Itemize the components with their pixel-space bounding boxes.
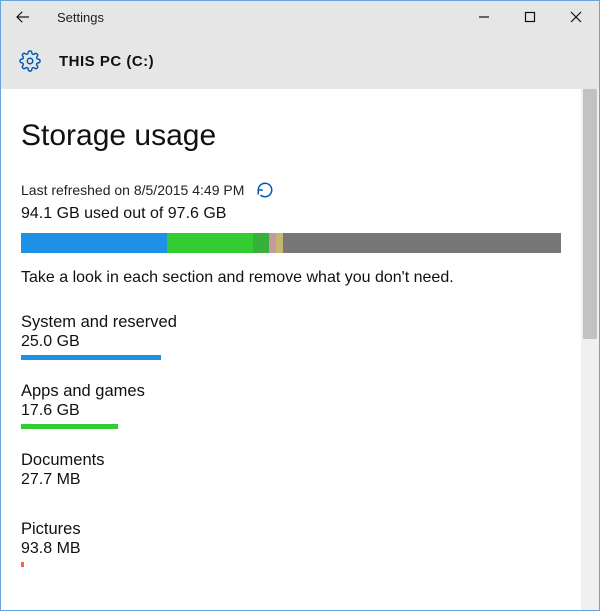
overview-segment [283, 233, 561, 253]
storage-category[interactable]: Apps and games17.6 GB [21, 382, 561, 429]
close-button[interactable] [553, 1, 599, 33]
refresh-button[interactable] [256, 181, 274, 199]
category-title: Pictures [21, 520, 561, 539]
back-button[interactable] [1, 1, 45, 33]
gear-icon [19, 50, 41, 72]
overview-segment [167, 233, 253, 253]
category-bar [21, 355, 561, 360]
page-content: Storage usage Last refreshed on 8/5/2015… [1, 89, 581, 610]
storage-overview-bar [21, 233, 561, 253]
category-bar [21, 562, 561, 567]
refresh-icon [256, 181, 274, 199]
minimize-icon [478, 11, 490, 23]
window-controls [461, 1, 599, 33]
last-refreshed-label: Last refreshed on 8/5/2015 4:49 PM [21, 182, 244, 198]
overview-segment [21, 233, 167, 253]
page-title: Storage usage [21, 119, 561, 153]
category-size: 93.8 MB [21, 540, 561, 558]
category-size: 27.7 MB [21, 471, 561, 489]
category-bar [21, 424, 561, 429]
app-title: Settings [57, 10, 104, 25]
refresh-row: Last refreshed on 8/5/2015 4:49 PM [21, 181, 561, 199]
category-title: Apps and games [21, 382, 561, 401]
category-size: 17.6 GB [21, 402, 561, 420]
scrollbar-thumb[interactable] [583, 89, 597, 339]
overview-segment [253, 233, 269, 253]
arrow-left-icon [14, 8, 32, 26]
usage-summary: 94.1 GB used out of 97.6 GB [21, 205, 561, 223]
close-icon [570, 11, 582, 23]
category-bar [21, 493, 561, 498]
maximize-icon [524, 11, 536, 23]
maximize-button[interactable] [507, 1, 553, 33]
settings-window: Settings THIS PC (C:) Storage usage [0, 0, 600, 611]
hint-text: Take a look in each section and remove w… [21, 269, 561, 287]
minimize-button[interactable] [461, 1, 507, 33]
category-title: System and reserved [21, 313, 561, 332]
storage-category[interactable]: Pictures93.8 MB [21, 520, 561, 567]
overview-segment [269, 233, 276, 253]
sub-header: THIS PC (C:) [1, 33, 599, 89]
storage-category[interactable]: System and reserved25.0 GB [21, 313, 561, 360]
category-title: Documents [21, 451, 561, 470]
storage-category[interactable]: Documents27.7 MB [21, 451, 561, 498]
location-title: THIS PC (C:) [59, 53, 154, 70]
overview-segment [276, 233, 283, 253]
title-bar: Settings [1, 1, 599, 33]
category-size: 25.0 GB [21, 333, 561, 351]
vertical-scrollbar[interactable] [581, 89, 599, 610]
